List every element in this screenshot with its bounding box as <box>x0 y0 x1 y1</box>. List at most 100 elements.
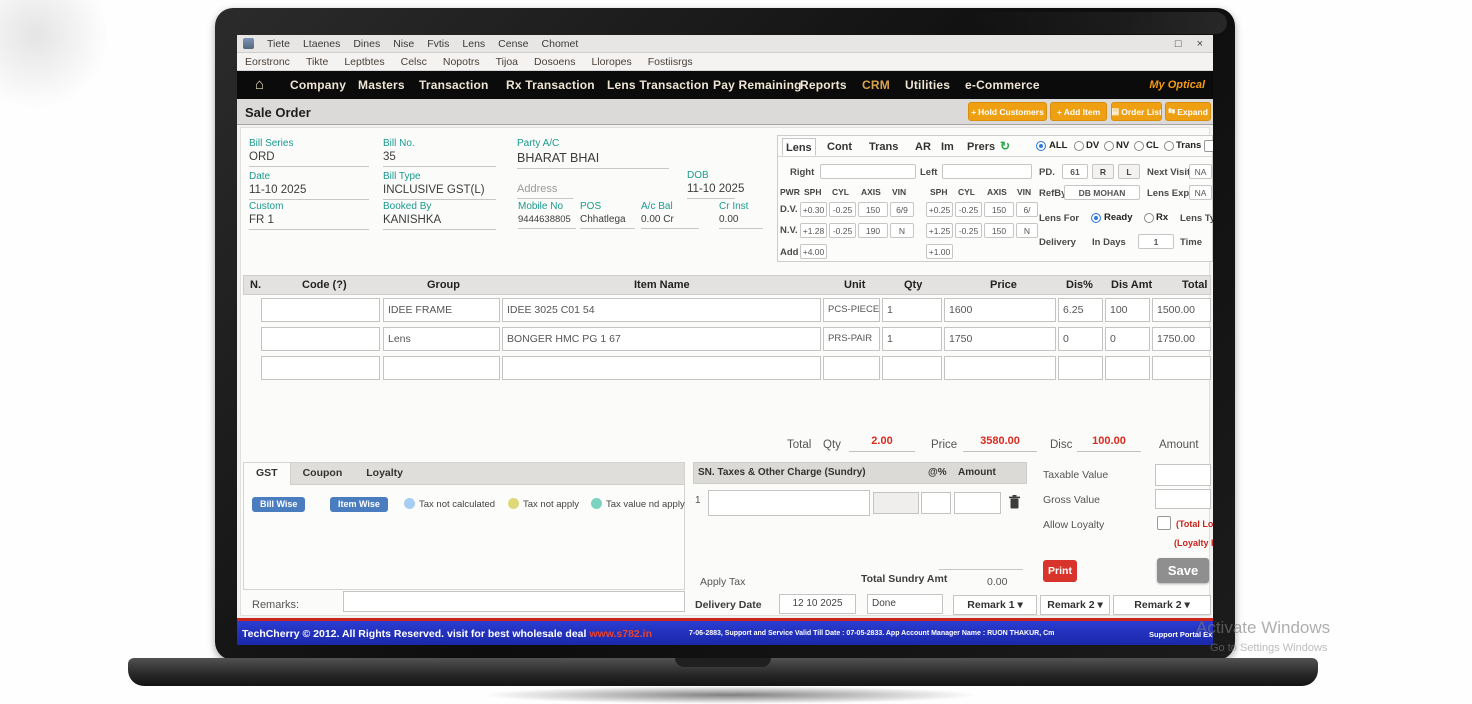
filter-radio-trans[interactable] <box>1164 141 1174 151</box>
rx-right-dv-cyl[interactable]: -0.25 <box>829 202 856 217</box>
lens-for-rx-radio[interactable] <box>1144 213 1154 223</box>
cell-unit[interactable]: PCS-PIECE <box>823 298 880 322</box>
filter-label[interactable]: DV <box>1086 140 1099 151</box>
hold-customers-button[interactable]: + Hold Customers <box>968 102 1047 121</box>
party-ac-field[interactable]: Party A/C BHARAT BHAI <box>517 138 669 169</box>
cell-code[interactable] <box>261 327 380 351</box>
filter-checkbox[interactable] <box>1204 140 1213 152</box>
cell-group[interactable]: IDEE FRAME <box>383 298 500 322</box>
cell-price[interactable] <box>944 356 1056 380</box>
date-field[interactable]: Date 11-10 2025 <box>249 171 369 200</box>
cell-dis-pct[interactable]: 6.25 <box>1058 298 1103 322</box>
rx-left-dv-sph[interactable]: +0.25 <box>926 202 953 217</box>
rx-left-dv-cyl[interactable]: -0.25 <box>955 202 982 217</box>
cell-dis-pct[interactable]: 0 <box>1058 327 1103 351</box>
sundry-type-input[interactable] <box>873 492 919 514</box>
bill-type-field[interactable]: Bill Type INCLUSIVE GST(L) <box>383 171 496 200</box>
nav-item-pay-remaining[interactable]: Pay Remaining <box>713 78 802 92</box>
tab-lens[interactable]: Lens <box>782 138 816 156</box>
nav-item-reports[interactable]: Reports <box>800 78 847 92</box>
rx-right-nv-sph[interactable]: +1.28 <box>800 223 827 238</box>
left-eye-input[interactable] <box>942 164 1032 179</box>
cell-unit[interactable] <box>823 356 880 380</box>
tab-im[interactable]: Im <box>938 138 957 156</box>
cell-total[interactable]: 1500.00 <box>1152 298 1211 322</box>
lens-expt-input[interactable]: NA <box>1189 185 1212 200</box>
menu-item[interactable]: Fostiisrgs <box>648 56 693 68</box>
rx-right-dv-sph[interactable]: +0.30 <box>800 202 827 217</box>
filter-label[interactable]: CL <box>1146 140 1159 151</box>
titlebar-menu[interactable]: Tiete <box>267 38 290 50</box>
cell-dis-pct[interactable] <box>1058 356 1103 380</box>
cell-code[interactable] <box>261 356 380 380</box>
save-button[interactable]: Save <box>1157 558 1209 583</box>
tab-trans[interactable]: Trans <box>866 138 901 156</box>
expand-button[interactable]: ⇆ Expand <box>1165 102 1211 121</box>
cell-price[interactable]: 1600 <box>944 298 1056 322</box>
remark1-dropdown[interactable]: Remark 1 ▾ <box>953 595 1037 615</box>
cell-unit[interactable]: PRS-PAIR <box>823 327 880 351</box>
address-field[interactable]: Address <box>517 183 573 199</box>
filter-radio-all[interactable] <box>1036 141 1046 151</box>
menu-item[interactable]: Tijoa <box>496 56 518 68</box>
rx-right-nv-vn[interactable]: N <box>890 223 914 238</box>
nav-item-lens-transaction[interactable]: Lens Transaction <box>607 78 709 92</box>
nav-item-transaction[interactable]: Transaction <box>419 78 489 92</box>
delivery-date-input[interactable]: 12 10 2025 <box>779 594 856 614</box>
nav-item-ecommerce[interactable]: e-Commerce <box>965 78 1040 92</box>
cell-total[interactable]: 1750.00 <box>1152 327 1211 351</box>
titlebar-menu[interactable]: Lens <box>462 38 485 50</box>
menu-item[interactable]: Celsc <box>401 56 427 68</box>
tab-gst[interactable]: GST <box>244 463 291 485</box>
gross-value-input[interactable] <box>1155 489 1211 509</box>
rx-left-dv-axis[interactable]: 150 <box>984 202 1014 217</box>
titlebar-menu[interactable]: Cense <box>498 38 528 50</box>
maximize-icon[interactable]: □ <box>1175 38 1182 50</box>
filter-label[interactable]: ALL <box>1049 140 1067 151</box>
rx-left-add[interactable]: +1.00 <box>926 244 953 259</box>
taxable-value-input[interactable] <box>1155 464 1211 486</box>
refby-input[interactable]: DB MOHAN <box>1064 185 1140 200</box>
home-icon[interactable]: ⌂ <box>255 76 264 93</box>
menu-item[interactable]: Nopotrs <box>443 56 480 68</box>
bill-series-field[interactable]: Bill Series ORD <box>249 138 369 167</box>
pd-left-button[interactable]: L <box>1118 164 1140 179</box>
item-wise-button[interactable]: Item Wise <box>330 497 388 512</box>
titlebar-menu[interactable]: Fvtis <box>427 38 449 50</box>
menu-item[interactable]: Eorstronc <box>245 56 290 68</box>
cell-price[interactable]: 1750 <box>944 327 1056 351</box>
bill-wise-button[interactable]: Bill Wise <box>252 497 305 512</box>
remark3-dropdown[interactable]: Remark 2 ▾ <box>1113 595 1211 615</box>
bill-no-field[interactable]: Bill No. 35 <box>383 138 496 167</box>
menu-item[interactable]: Tikte <box>306 56 328 68</box>
rx-left-nv-axis[interactable]: 150 <box>984 223 1014 238</box>
titlebar-menu[interactable]: Dines <box>353 38 380 50</box>
ready-label[interactable]: Ready <box>1104 212 1133 223</box>
cell-qty[interactable]: 1 <box>882 298 942 322</box>
dob-field[interactable]: DOB 11-10 2025 <box>687 170 735 199</box>
tab-coupon[interactable]: Coupon <box>291 463 355 485</box>
mobile-field[interactable]: Mobile No 9444638805 <box>518 201 576 229</box>
titlebar-menu[interactable]: Nise <box>393 38 414 50</box>
cell-dis-amt[interactable] <box>1105 356 1150 380</box>
sundry-name-input[interactable] <box>708 490 870 516</box>
rx-right-nv-axis[interactable]: 190 <box>858 223 888 238</box>
tab-loyalty[interactable]: Loyalty <box>354 463 415 485</box>
cell-group[interactable] <box>383 356 500 380</box>
rx-right-dv-axis[interactable]: 150 <box>858 202 888 217</box>
titlebar-menu[interactable]: Chomet <box>542 38 579 50</box>
nav-item-utilities[interactable]: Utilities <box>905 78 950 92</box>
nav-item-company[interactable]: Company <box>290 78 346 92</box>
filter-radio-dv[interactable] <box>1074 141 1084 151</box>
rx-label[interactable]: Rx <box>1156 212 1168 223</box>
cell-item-name[interactable]: IDEE 3025 C01 54 <box>502 298 821 322</box>
rx-right-nv-cyl[interactable]: -0.25 <box>829 223 856 238</box>
rx-left-nv-vn[interactable]: N <box>1016 223 1038 238</box>
delete-icon[interactable] <box>1009 495 1020 514</box>
cell-item-name[interactable] <box>502 356 821 380</box>
delivery-days-input[interactable]: 1 <box>1138 234 1174 249</box>
pd-right-button[interactable]: R <box>1092 164 1114 179</box>
nav-item-masters[interactable]: Masters <box>358 78 405 92</box>
menu-item[interactable]: Lloropes <box>591 56 631 68</box>
cell-item-name[interactable]: BONGER HMC PG 1 67 <box>502 327 821 351</box>
